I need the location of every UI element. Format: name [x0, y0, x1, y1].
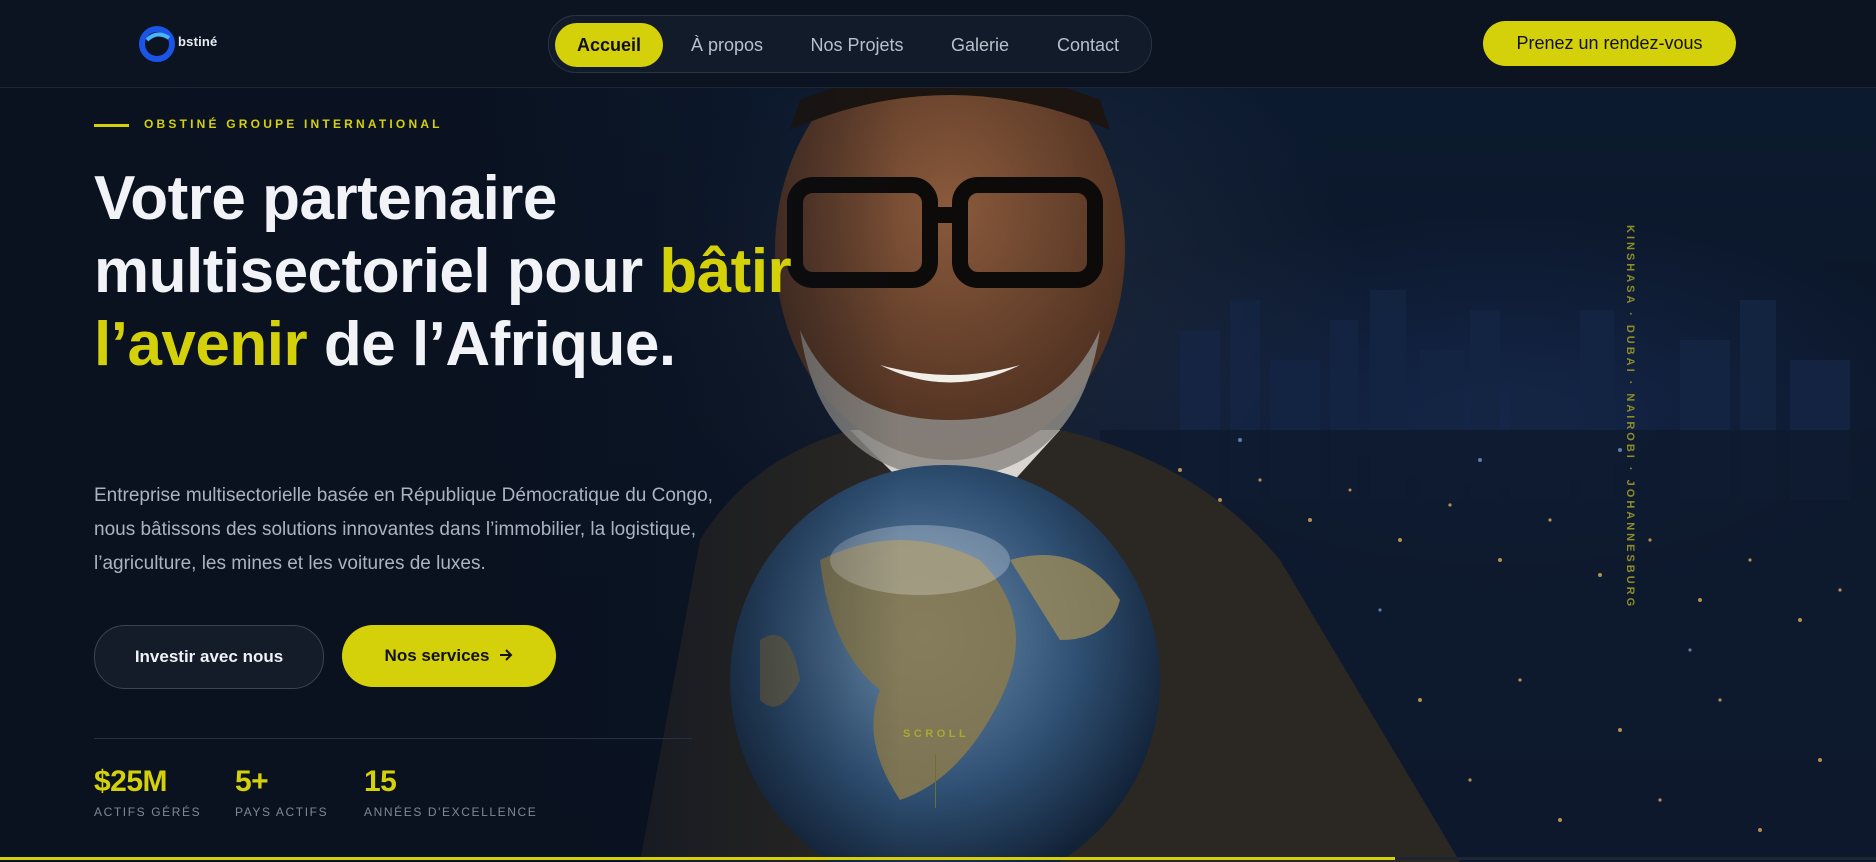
- headline-part2: de l’Afrique.: [323, 310, 676, 379]
- stat-years: 15 ANNÉES D'EXCELLENCE: [364, 765, 537, 819]
- invest-button-label: Investir avec nous: [134, 647, 284, 666]
- stat-value: $25M: [94, 765, 168, 798]
- arrow-right-icon: [499, 625, 513, 687]
- hero-headline: Votre partenaire multisectoriel pour bât…: [94, 162, 794, 381]
- nav-item-contact[interactable]: Contact: [1035, 23, 1141, 67]
- stat-assets: $25M ACTIFS GÉRÉS: [94, 765, 201, 819]
- scroll-indicator-line: [935, 754, 936, 808]
- scroll-label[interactable]: SCROLL: [903, 728, 969, 740]
- stat-value: 5+: [235, 765, 269, 798]
- nav-item-nos-projets[interactable]: Nos Projets: [789, 23, 925, 67]
- appointment-button[interactable]: Prenez un rendez-vous: [1483, 21, 1736, 66]
- stat-label: PAYS ACTIFS: [235, 805, 329, 819]
- navbar: bstiné Accueil À propos Nos Projets Gale…: [0, 0, 1876, 88]
- nav-item-galerie[interactable]: Galerie: [935, 23, 1025, 67]
- invest-button[interactable]: Investir avec nous: [94, 625, 324, 689]
- nav-item-a-propos[interactable]: À propos: [673, 23, 781, 67]
- nav-item-accueil[interactable]: Accueil: [555, 23, 663, 67]
- main-nav: Accueil À propos Nos Projets Galerie Con…: [548, 15, 1152, 73]
- logo-text[interactable]: bstiné: [178, 34, 217, 49]
- stat-value: 15: [364, 765, 397, 798]
- headline-part1: Votre partenaire multisectoriel pour: [94, 164, 643, 306]
- services-button-label: Nos services: [384, 646, 490, 665]
- hero-lead: Entreprise multisectorielle basée en Rép…: [94, 485, 713, 574]
- hero-left-fade: [0, 0, 900, 862]
- progress-bar: [0, 857, 1395, 860]
- stat-countries: 5+ PAYS ACTIFS: [235, 765, 328, 819]
- services-button[interactable]: Nos services: [342, 625, 556, 687]
- stat-label: ACTIFS GÉRÉS: [94, 805, 202, 819]
- eyebrow-line: [94, 124, 129, 127]
- stats-divider: [94, 738, 692, 739]
- side-cities-text: KINSHASA · DUBAI · NAIROBI · JOHANNESBUR…: [1624, 225, 1636, 610]
- stat-label: ANNÉES D'EXCELLENCE: [364, 805, 538, 819]
- eyebrow-text: OBSTINÉ GROUPE INTERNATIONAL: [144, 117, 443, 131]
